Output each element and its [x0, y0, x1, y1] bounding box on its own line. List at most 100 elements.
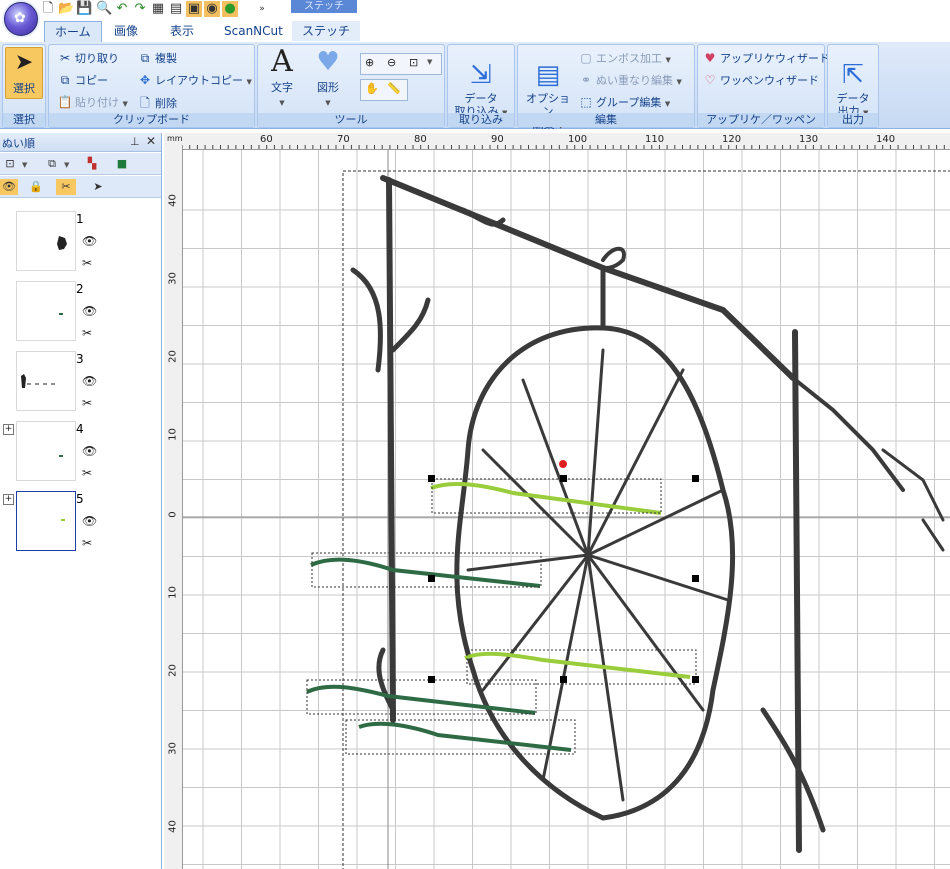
data-import-icon: ⇲	[470, 60, 492, 90]
tab-image[interactable]: 画像	[104, 21, 148, 41]
overlap-edit-button[interactable]: ⚭ ぬい重なり編集 ▼	[578, 72, 682, 88]
design-canvas[interactable]: mm 60 70 80 90 100 110 120 130 140 40 30…	[164, 133, 950, 869]
app-logo-icon: ✿	[14, 10, 26, 26]
sewing-item-number: 1	[76, 212, 84, 226]
print-icon[interactable]: ▤	[168, 1, 184, 17]
close-icon[interactable]: ✕	[146, 134, 156, 148]
expand-toggle[interactable]: +	[3, 494, 14, 505]
tab-stitch[interactable]: ステッチ	[292, 21, 361, 41]
copy-button[interactable]: ⧉ コピー	[57, 72, 108, 88]
zoom-out-icon[interactable]: ⊖	[387, 56, 396, 69]
tab-scanncut[interactable]: ScanNCut	[214, 21, 293, 41]
chevron-down-icon[interactable]: ▼	[64, 161, 69, 169]
tab-home[interactable]: ホーム	[44, 21, 102, 42]
ruler-unit: mm	[167, 134, 183, 143]
group-label-import: 取り込み	[448, 113, 514, 127]
ruler-ticks	[182, 145, 945, 149]
redo-icon[interactable]: ↷	[132, 1, 148, 17]
group-label-select: 選択	[3, 113, 45, 127]
expand-toggle[interactable]: +	[3, 424, 14, 435]
scissors-icon[interactable]: ✂	[82, 326, 92, 340]
sewing-item-thumbnail-selected[interactable]	[16, 491, 76, 551]
option-edit-icon: ▤	[535, 60, 561, 90]
pin-icon[interactable]: ⊥	[130, 135, 140, 148]
sewing-item-thumbnail[interactable]	[16, 351, 76, 411]
group-icon[interactable]: ⧉	[44, 156, 60, 172]
group-edit-button[interactable]: ⬚ グループ編集 ▼	[578, 94, 670, 110]
open-folder-icon[interactable]: 📂	[58, 1, 74, 17]
select-button[interactable]: ➤ 選択	[5, 47, 43, 99]
application-button[interactable]: ✿	[4, 2, 38, 36]
color-sort-icon[interactable]: ▚	[84, 156, 100, 172]
sewing-item-number: 3	[76, 352, 84, 366]
ruler-label: 30	[167, 742, 179, 755]
data-output-button[interactable]: ⇱データ 出力 ▼	[830, 47, 876, 120]
applique-wizard-button[interactable]: ♥ アップリケウィザード	[702, 50, 830, 66]
chevron-down-icon[interactable]: ▼	[427, 58, 432, 66]
view-frame-icon[interactable]: ⊡	[2, 156, 18, 172]
ruler-label: 0	[167, 511, 179, 518]
sewing-item-thumbnail[interactable]	[16, 421, 76, 481]
tab-view[interactable]: 表示	[160, 21, 204, 41]
visibility-eye-icon[interactable]: 👁	[82, 304, 97, 318]
text-tool-button[interactable]: A 文字 ▼	[264, 47, 300, 108]
globe-icon[interactable]: ●	[222, 1, 238, 17]
save-icon[interactable]: 💾	[76, 1, 92, 17]
panel-toolbar-2: 👁 🔒 ✂ ➤	[0, 176, 161, 198]
sewing-item-number: 5	[76, 492, 84, 506]
cut-button[interactable]: ✂ 切り取り	[57, 50, 119, 66]
visibility-eye-icon[interactable]: 👁	[82, 444, 97, 458]
measure-ruler-icon[interactable]: 📏	[387, 82, 401, 95]
chevron-down-icon: ▼	[665, 56, 671, 64]
zoom-in-icon[interactable]: ⊕	[365, 56, 374, 69]
lock-icon[interactable]: 🔒	[28, 179, 44, 195]
data-import-button[interactable]: ⇲データ 取り込み ▼	[452, 47, 510, 120]
ribbon-group-select: ➤ 選択 選択	[2, 44, 46, 128]
duplicate-icon: ⧉	[140, 51, 150, 65]
embroidery-drawing-area[interactable]	[183, 150, 950, 869]
show-eye-icon[interactable]: 👁	[0, 179, 18, 195]
patch-wizard-button[interactable]: ♡ ワッペンウィザード	[702, 72, 819, 88]
ribbon-group-output: ⇱データ 出力 ▼ 出力	[827, 44, 879, 128]
emboss-button[interactable]: ▢ エンボス加工 ▼	[578, 50, 671, 66]
rotation-center-handle[interactable]	[559, 460, 567, 468]
scissors-icon: ✂	[59, 51, 71, 65]
overlap-icon: ⚭	[580, 73, 592, 87]
duplicate-button[interactable]: ⧉ 複製	[137, 50, 177, 66]
thumbnail-image	[61, 519, 65, 521]
bottom-right-leaf	[760, 707, 826, 833]
realistic-view-icon[interactable]: ▣	[186, 1, 202, 17]
ribbon: ➤ 選択 選択 ✂ 切り取り ⧉ コピー 📋 貼り付け ▼ ⧉ 複製 ✥ レイアウトコピー…	[0, 42, 950, 131]
cursor-arrow-icon[interactable]: ➤	[90, 179, 106, 195]
ribbon-group-clipboard: ✂ 切り取り ⧉ コピー 📋 貼り付け ▼ ⧉ 複製 ✥ レイアウトコピー ▼ 🗋 削除 ク…	[48, 44, 255, 128]
scissors-icon[interactable]: ✂	[56, 179, 76, 195]
new-file-icon[interactable]: 🗋	[40, 1, 56, 17]
visibility-eye-icon[interactable]: 👁	[82, 234, 97, 248]
zoom-icon[interactable]: 🔍	[96, 1, 112, 17]
layout-copy-button[interactable]: ✥ レイアウトコピー ▼	[137, 72, 252, 88]
scissors-icon[interactable]: ✂	[82, 256, 92, 270]
ruler-label: 20	[167, 664, 179, 677]
paste-button[interactable]: 📋 貼り付け ▼	[57, 94, 128, 110]
delete-button[interactable]: 🗋 削除	[137, 94, 177, 115]
preview-icon[interactable]: ▦	[150, 1, 166, 17]
zoom-fit-icon[interactable]: ⊡	[409, 56, 418, 69]
shape-tool-button[interactable]: ♥ 図形 ▼	[308, 47, 348, 108]
visibility-eye-icon[interactable]: 👁	[82, 374, 97, 388]
visibility-eye-icon[interactable]: 👁	[82, 514, 97, 528]
undo-icon[interactable]: ↶	[114, 1, 130, 17]
hand-pan-icon[interactable]: ✋	[365, 82, 379, 95]
scissors-icon[interactable]: ✂	[82, 536, 92, 550]
ruler-label: 40	[167, 820, 179, 833]
chevron-down-icon: ▼	[664, 100, 671, 108]
sewing-item-thumbnail[interactable]	[16, 281, 76, 341]
sewing-item-thumbnail[interactable]	[16, 211, 76, 271]
thumbnail-image	[21, 374, 57, 388]
scissors-icon[interactable]: ✂	[82, 466, 92, 480]
chevron-down-icon[interactable]: ▼	[22, 161, 27, 169]
chevron-down-icon: ▼	[279, 99, 285, 107]
scissors-icon[interactable]: ✂	[82, 396, 92, 410]
color-block-icon[interactable]: ■	[114, 156, 130, 172]
stitch-simulator-icon[interactable]: ◉	[204, 1, 220, 17]
customize-toolbar-icon[interactable]: »	[254, 1, 270, 17]
